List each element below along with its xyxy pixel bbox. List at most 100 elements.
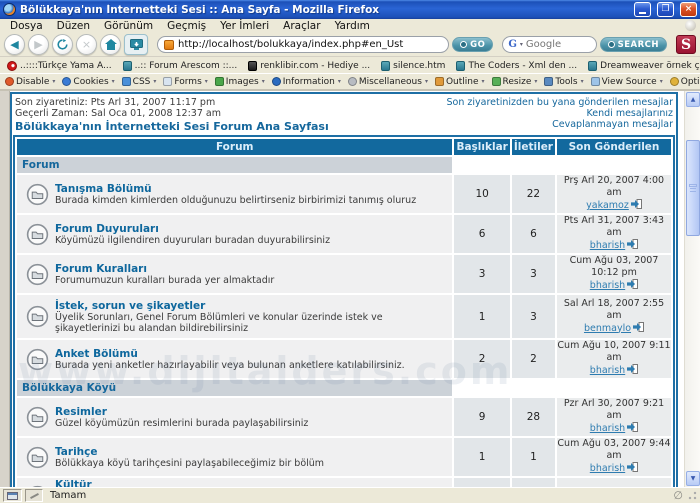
goto-last-post-icon[interactable] bbox=[627, 239, 638, 253]
bookmark-item[interactable]: ..:: Forum Arescom ::... bbox=[123, 61, 238, 71]
webdev-resize-menu[interactable]: Resize▾ bbox=[492, 77, 538, 87]
goto-last-post-icon[interactable] bbox=[631, 199, 642, 213]
bookmark-item[interactable]: Dreamweaver örnek ç... bbox=[588, 61, 700, 71]
menu-gorunum[interactable]: Görünüm bbox=[97, 19, 160, 33]
menu-yerimleri[interactable]: Yer İmleri bbox=[213, 19, 276, 33]
statusbar-well[interactable] bbox=[3, 489, 22, 502]
forum-link[interactable]: Tanışma Bölümü bbox=[55, 183, 416, 195]
reload-icon bbox=[57, 39, 68, 50]
webdev-options-menu[interactable]: Options▾ bbox=[670, 77, 700, 87]
reload-button[interactable] bbox=[52, 34, 73, 55]
webdev-viewsource-menu[interactable]: View Source▾ bbox=[591, 77, 663, 87]
forum-folder-icon bbox=[26, 305, 49, 328]
search-input[interactable] bbox=[526, 39, 584, 50]
caret-icon: ▾ bbox=[581, 78, 584, 85]
category-link[interactable]: Forum bbox=[17, 157, 452, 173]
your-posts-link[interactable]: Kendi mesajlarınız bbox=[447, 108, 673, 119]
statusbar-well[interactable] bbox=[25, 489, 43, 502]
caret-icon: ▾ bbox=[425, 78, 428, 85]
stop-button[interactable]: × bbox=[76, 34, 97, 55]
category-link[interactable]: Bölükkaya Köyü bbox=[17, 380, 452, 396]
view-source-icon bbox=[591, 77, 600, 86]
last-post-user-link[interactable]: yakamoz bbox=[586, 200, 629, 211]
bookmark-flag-icon bbox=[7, 61, 17, 71]
vertical-scrollbar[interactable]: ▲ ▼ bbox=[684, 91, 700, 487]
goto-last-post-icon[interactable] bbox=[627, 279, 638, 293]
scroll-up-icon[interactable]: ▲ bbox=[686, 92, 700, 107]
theme-logo: S bbox=[676, 35, 696, 54]
webdev-css-menu[interactable]: CSS▾ bbox=[122, 77, 157, 87]
forum-index-table: Forum Başlıklar İletiler Son Gönderilen … bbox=[13, 135, 675, 487]
forum-index-heading: Bölükkaya'nın İnternetteki Sesi Forum An… bbox=[15, 121, 329, 132]
posts-count: 0 bbox=[512, 478, 555, 487]
url-input[interactable] bbox=[178, 39, 442, 50]
menu-duzen[interactable]: Düzen bbox=[50, 19, 97, 33]
last-post-user-link[interactable]: bharish bbox=[590, 280, 625, 291]
forum-row: Forum Duyuruları Köyümüzü ilgilendiren d… bbox=[17, 215, 671, 253]
posts-count: 3 bbox=[512, 295, 555, 338]
webdev-cookies-menu[interactable]: Cookies▾ bbox=[62, 77, 114, 87]
forum-link[interactable]: İstek, sorun ve şikayetler bbox=[55, 300, 449, 312]
no-posts-cell: Mesaj Yok bbox=[557, 478, 671, 487]
bookmark-item[interactable]: renklibir.com - Hediye ... bbox=[248, 61, 370, 71]
go-button[interactable]: GO bbox=[452, 37, 493, 52]
last-post-user-link[interactable]: bharish bbox=[590, 463, 625, 474]
forward-button[interactable]: ▶ bbox=[28, 34, 49, 55]
caret-icon: ▾ bbox=[534, 78, 537, 85]
column-lastpost: Son Gönderilen bbox=[557, 139, 671, 155]
window-title: Bölükkaya'nın İnternetteki Sesi :: Ana S… bbox=[20, 4, 628, 16]
last-post-user-link[interactable]: bharish bbox=[590, 240, 625, 251]
webdev-tools-menu[interactable]: Tools▾ bbox=[544, 77, 583, 87]
bookmark-item[interactable]: silence.htm bbox=[381, 61, 445, 71]
downloads-button[interactable] bbox=[124, 34, 148, 55]
webdev-miscellaneous-menu[interactable]: Miscellaneous▾ bbox=[348, 77, 428, 87]
back-button[interactable]: ◀ bbox=[4, 34, 25, 55]
posts-count: 6 bbox=[512, 215, 555, 253]
webdev-images-menu[interactable]: Images▾ bbox=[215, 77, 265, 87]
bookmark-item[interactable]: The Coders - Xml den ... bbox=[456, 61, 577, 71]
minimize-button[interactable] bbox=[634, 2, 651, 17]
forum-link[interactable]: Forum Duyuruları bbox=[55, 223, 330, 235]
forum-link[interactable]: Anket Bölümü bbox=[55, 348, 405, 360]
webdev-information-menu[interactable]: Information▾ bbox=[272, 77, 341, 87]
search-icon bbox=[608, 41, 615, 48]
last-post-user-link[interactable]: benmaylo bbox=[584, 323, 631, 334]
last-post-user-link[interactable]: bharish bbox=[590, 365, 625, 376]
menu-yardim[interactable]: Yardım bbox=[328, 19, 377, 33]
engine-caret-icon[interactable]: ▾ bbox=[520, 41, 523, 48]
menu-araclar[interactable]: Araçlar bbox=[276, 19, 327, 33]
goto-last-post-icon[interactable] bbox=[627, 422, 638, 436]
search-button[interactable]: SEARCH bbox=[600, 37, 667, 52]
forum-link[interactable]: Tarihçe bbox=[55, 446, 324, 458]
webdev-outline-menu[interactable]: Outline▾ bbox=[435, 77, 485, 87]
blocked-content-icon[interactable]: ∅ bbox=[673, 490, 683, 501]
menu-gecmis[interactable]: Geçmiş bbox=[160, 19, 213, 33]
unanswered-posts-link[interactable]: Cevaplanmayan mesajlar bbox=[447, 119, 673, 130]
forum-link[interactable]: Kültür bbox=[55, 479, 449, 487]
scrollbar-thumb[interactable] bbox=[686, 140, 700, 236]
last-post-user-link[interactable]: bharish bbox=[590, 423, 625, 434]
forum-description: Forumumuzun kuralları burada yer almakta… bbox=[55, 275, 274, 286]
resize-icon bbox=[492, 77, 501, 86]
scroll-down-icon[interactable]: ▼ bbox=[686, 471, 700, 486]
forum-link[interactable]: Resimler bbox=[55, 406, 308, 418]
restore-button[interactable]: ❐ bbox=[657, 2, 674, 17]
bookmark-item[interactable]: ..::::Türkçe Yama A... bbox=[7, 61, 112, 71]
close-button[interactable]: × bbox=[680, 2, 697, 17]
home-button[interactable] bbox=[100, 34, 121, 55]
webdev-forms-menu[interactable]: Forms▾ bbox=[163, 77, 207, 87]
new-posts-link[interactable]: Son ziyaretinizden bu yana gönderilen me… bbox=[447, 97, 673, 108]
images-icon bbox=[215, 77, 224, 86]
status-text: Tamam bbox=[50, 490, 86, 501]
menu-dosya[interactable]: Dosya bbox=[3, 19, 50, 33]
forum-row: Tanışma Bölümü Burada kimden kimlerden o… bbox=[17, 175, 671, 213]
google-engine-icon[interactable]: G bbox=[508, 39, 517, 50]
goto-last-post-icon[interactable] bbox=[627, 364, 638, 378]
goto-last-post-icon[interactable] bbox=[627, 462, 638, 476]
webdev-disable-menu[interactable]: Disable▾ bbox=[5, 77, 55, 87]
webdeveloper-toolbar: Disable▾ Cookies▾ CSS▾ Forms▾ Images▾ In… bbox=[0, 73, 700, 91]
forum-row: Kültür Bölükkaya köyü kültürü ile her şe… bbox=[17, 478, 671, 487]
forum-link[interactable]: Forum Kuralları bbox=[55, 263, 274, 275]
resize-grip[interactable] bbox=[687, 491, 697, 501]
goto-last-post-icon[interactable] bbox=[633, 322, 644, 336]
